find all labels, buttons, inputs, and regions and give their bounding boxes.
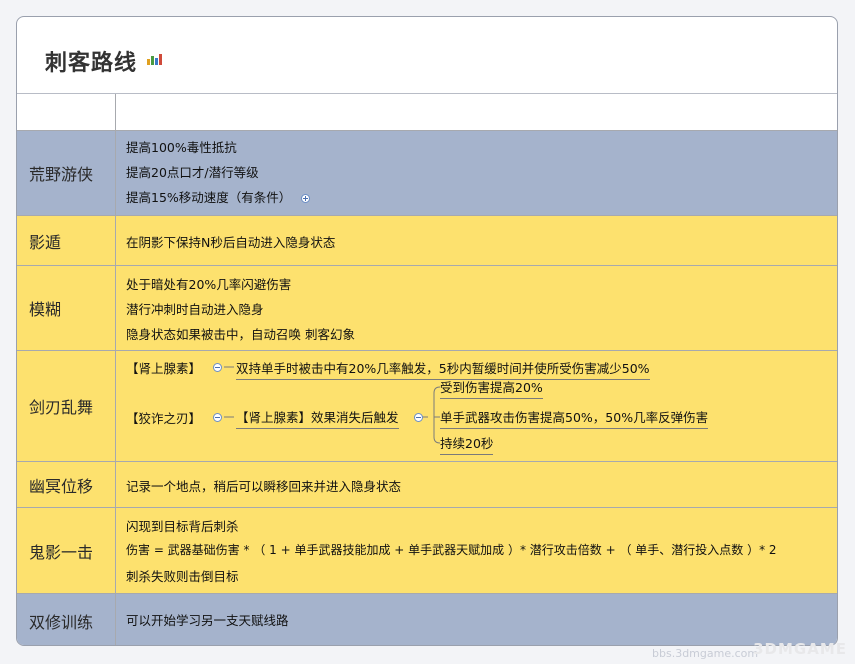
skill-desc: 可以开始学习另一支天赋线路 [116,594,837,645]
table-row: 影遁 在阴影下保持N秒后自动进入隐身状态 [17,216,837,266]
collapse-icon[interactable] [213,413,222,422]
desc-line: 提高15%移动速度（有条件） [126,190,292,205]
expand-icon[interactable] [301,194,311,203]
skill-desc: 记录一个地点，稍后可以瞬移回来并进入隐身状态 [116,462,837,507]
card-header: 刺客路线 [17,17,837,94]
table-header-cell [17,94,116,130]
mindmap-leaf: 受到伤害提高20% [440,377,543,399]
skill-desc: 提高100%毒性抵抗 提高20点口才/潜行等级 提高15%移动速度（有条件） [116,131,837,215]
desc-line: 潜行冲刺时自动进入隐身 [126,302,264,317]
mindmap-node: 【狡诈之刃】 [126,411,202,426]
mindmap-leaf: 持续20秒 [440,433,494,455]
skill-name: 幽冥位移 [17,462,116,507]
mindmap-node: 【肾上腺素】 [126,361,202,376]
desc-line: 在阴影下保持N秒后自动进入隐身状态 [126,235,336,250]
watermark-logo: 3DMGAME [753,640,847,658]
desc-line-with-expand: 提高15%移动速度（有条件） [126,187,311,206]
table-row: 剑刃乱舞 【肾上腺素】 双持单手时被击中有20%几率触发，5秒内暂缓时间并使所受… [17,351,837,462]
collapse-icon[interactable] [213,363,222,372]
table-row: 幽冥位移 记录一个地点，稍后可以瞬移回来并进入隐身状态 [17,462,837,508]
collapse-icon[interactable] [414,413,423,422]
mindmap-leaf: 单手武器攻击伤害提高50%，50%几率反弹伤害 [440,407,709,429]
page-title: 刺客路线 [45,51,138,76]
watermark-url: bbs.3dmgame.com [652,647,759,660]
table-header-row [17,94,837,131]
desc-line: 隐身状态如果被击中，自动召唤 刺客幻象 [126,327,355,342]
skill-desc: 处于暗处有20%几率闪避伤害 潜行冲刺时自动进入隐身 隐身状态如果被击中，自动召… [116,266,837,350]
table-header-cell [116,94,837,130]
table-row: 模糊 处于暗处有20%几率闪避伤害 潜行冲刺时自动进入隐身 隐身状态如果被击中，… [17,266,837,351]
chart-icon [147,54,162,65]
desc-line: 可以开始学习另一支天赋线路 [126,613,289,628]
skill-desc: 在阴影下保持N秒后自动进入隐身状态 [116,216,837,265]
skill-desc: 闪现到目标背后刺杀 伤害 = 武器基础伤害 * （ 1 + 单手武器技能加成 +… [116,508,837,593]
desc-line: 刺杀失败则击倒目标 [126,569,239,584]
desc-line: 提高100%毒性抵抗 [126,140,237,155]
skill-name: 双修训练 [17,594,116,645]
desc-line: 处于暗处有20%几率闪避伤害 [126,277,292,292]
skill-mindmap: 【肾上腺素】 双持单手时被击中有20%几率触发，5秒内暂缓时间并使所受伤害减少5… [116,351,837,461]
desc-line: 闪现到目标背后刺杀 [126,519,239,534]
desc-line: 提高20点口才/潜行等级 [126,165,259,180]
table-row: 荒野游侠 提高100%毒性抵抗 提高20点口才/潜行等级 提高15%移动速度（有… [17,131,837,216]
desc-line: 伤害 = 武器基础伤害 * （ 1 + 单手武器技能加成 + 单手武器天赋加成 … [126,543,777,557]
skill-name: 模糊 [17,266,116,350]
table-row: 双修训练 可以开始学习另一支天赋线路 [17,594,837,645]
skill-name: 剑刃乱舞 [17,351,116,461]
skill-name: 影遁 [17,216,116,265]
skill-name: 荒野游侠 [17,131,116,215]
skill-name: 鬼影一击 [17,508,116,593]
mindmap-node: 【肾上腺素】效果消失后触发 [236,407,399,429]
skill-tree-card: 刺客路线 荒野游侠 提高100%毒性抵抗 提高20点口才/潜行等级 提高15%移… [16,16,838,646]
desc-line: 记录一个地点，稍后可以瞬移回来并进入隐身状态 [126,479,402,494]
table-row: 鬼影一击 闪现到目标背后刺杀 伤害 = 武器基础伤害 * （ 1 + 单手武器技… [17,508,837,594]
